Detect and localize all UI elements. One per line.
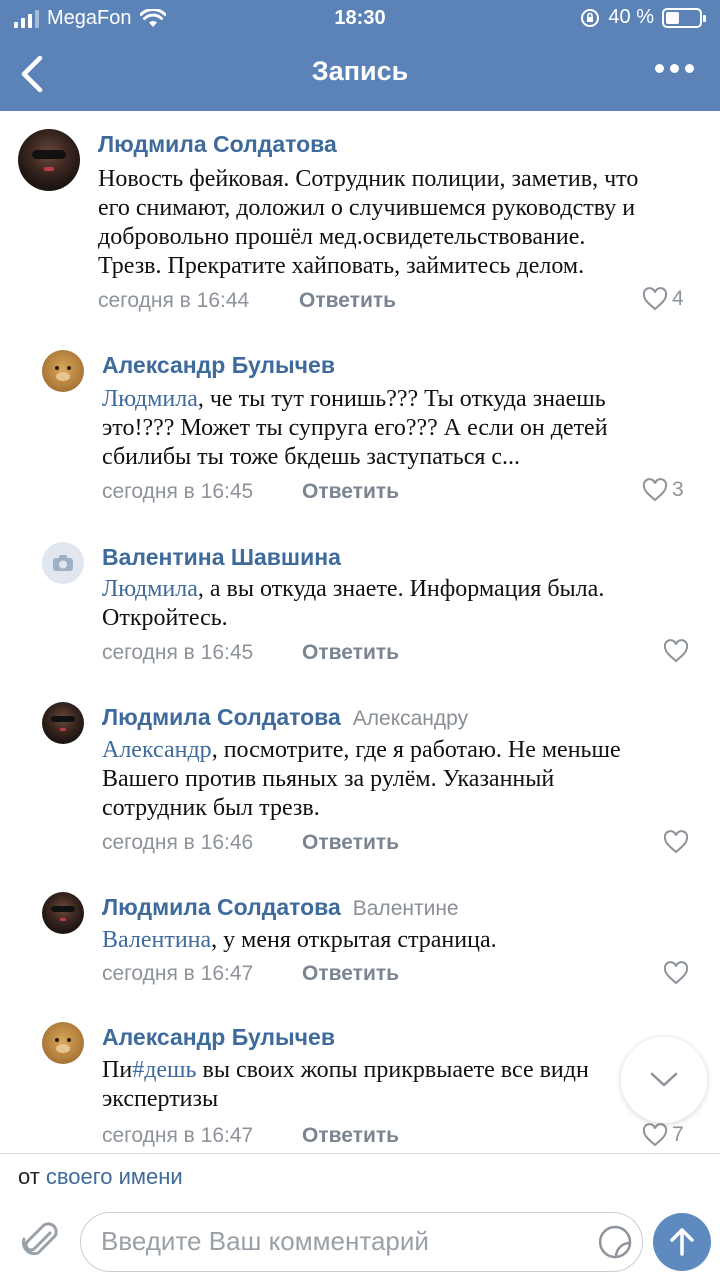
like-button[interactable] (663, 961, 689, 985)
like-count: 4 (672, 287, 684, 310)
comment: Людмила Солдатова Новость фейковая. Сотр… (0, 111, 720, 321)
page-title: Запись (311, 56, 409, 86)
status-bar: MegaFon 18:30 40 % (0, 0, 720, 38)
comment-author[interactable]: Людмила Солдатова (98, 131, 337, 158)
avatar[interactable] (42, 1022, 84, 1064)
comment: Валентина Шавшина Людмила, а вы откуда з… (0, 528, 720, 678)
comment-time: сегодня в 16:45 (102, 480, 254, 503)
navbar: Запись (0, 38, 720, 111)
like-button[interactable] (663, 830, 689, 854)
mention-link[interactable]: Александр (102, 737, 212, 763)
reply-button[interactable]: Ответить (302, 831, 399, 855)
heart-icon (663, 639, 689, 663)
mention-link[interactable]: Людмила (102, 386, 198, 412)
comment-text: Валентина, у меня открытая страница. (102, 927, 497, 953)
comment-time: сегодня в 16:45 (102, 641, 254, 664)
post-as-prefix: от (18, 1164, 40, 1189)
avatar[interactable] (42, 892, 84, 934)
comment-author[interactable]: Александр Булычев (102, 352, 335, 379)
comment-author[interactable]: Валентина Шавшина (102, 544, 341, 571)
sticker-icon[interactable] (598, 1225, 632, 1259)
comment: Людмила Солдатова Валентине Валентина, у … (0, 882, 720, 1002)
comment-input-wrapper (80, 1212, 643, 1272)
heart-icon (642, 287, 668, 311)
avatar[interactable] (18, 129, 80, 191)
reply-to[interactable]: Валентине (353, 897, 459, 920)
comment-text: Новость фейковая. Сотрудник полиции, зам… (98, 166, 639, 279)
comment-time: сегодня в 16:47 (102, 962, 254, 985)
avatar[interactable] (42, 702, 84, 744)
comment-time: сегодня в 16:44 (98, 289, 250, 312)
mention-link[interactable]: Людмила (102, 576, 198, 602)
heart-icon (663, 830, 689, 854)
comment-author[interactable]: Людмила Солдатова Валентине (102, 894, 459, 921)
send-button[interactable] (653, 1213, 711, 1271)
avatar[interactable] (42, 542, 84, 584)
reply-button[interactable]: Ответить (302, 480, 399, 504)
comment: Людмила Солдатова Александру Александр, п… (0, 690, 720, 870)
heart-icon (642, 478, 668, 502)
post-as-selector[interactable]: своего имени (46, 1164, 183, 1189)
scroll-down-button[interactable] (621, 1037, 707, 1123)
reply-button[interactable]: Ответить (299, 289, 396, 313)
reply-button[interactable]: Ответить (302, 641, 399, 665)
chevron-down-icon (650, 1072, 678, 1087)
comment: Александр Булычев Людмила, че ты тут гон… (0, 336, 720, 516)
battery-icon (662, 7, 706, 28)
header: MegaFon 18:30 40 % Запись (0, 0, 720, 111)
comment-input[interactable] (101, 1226, 581, 1257)
like-button[interactable]: 4 (642, 287, 684, 311)
like-button[interactable]: 3 (642, 478, 684, 502)
heart-icon (642, 1123, 668, 1147)
hashtag-link[interactable]: #дешь (132, 1057, 196, 1083)
reply-button[interactable]: Ответить (302, 962, 399, 986)
comment-composer (0, 1203, 720, 1280)
paperclip-icon[interactable] (20, 1219, 60, 1263)
comment-author[interactable]: Людмила Солдатова Александру (102, 704, 468, 731)
post-as-bar: от своего имени (0, 1153, 720, 1203)
like-button[interactable] (663, 639, 689, 663)
comment-time: сегодня в 16:47 (102, 1124, 254, 1147)
heart-icon (663, 961, 689, 985)
mention-link[interactable]: Валентина (102, 927, 211, 953)
comment: Александр Булычев Пи#дешь вы своих жопы … (0, 1010, 720, 1153)
comment-text: Александр, посмотрите, где я работаю. Не… (102, 737, 621, 821)
comment-text: Людмила, че ты тут гонишь??? Ты откуда з… (102, 386, 608, 470)
reply-to[interactable]: Александру (353, 707, 468, 730)
battery-percent: 40 % (608, 6, 654, 28)
more-icon[interactable] (655, 64, 694, 73)
like-count: 7 (672, 1123, 684, 1146)
arrow-up-icon (670, 1228, 694, 1256)
comment-author[interactable]: Александр Булычев (102, 1024, 335, 1051)
reply-button[interactable]: Ответить (302, 1124, 399, 1148)
comment-text: Людмила, а вы откуда знаете. Информация … (102, 576, 605, 631)
status-right: 40 % (580, 6, 706, 29)
comment-time: сегодня в 16:46 (102, 831, 254, 854)
like-count: 3 (672, 478, 684, 501)
camera-icon (53, 555, 73, 571)
like-button[interactable]: 7 (642, 1123, 684, 1147)
rotation-lock-icon (581, 8, 600, 27)
avatar[interactable] (42, 350, 84, 392)
